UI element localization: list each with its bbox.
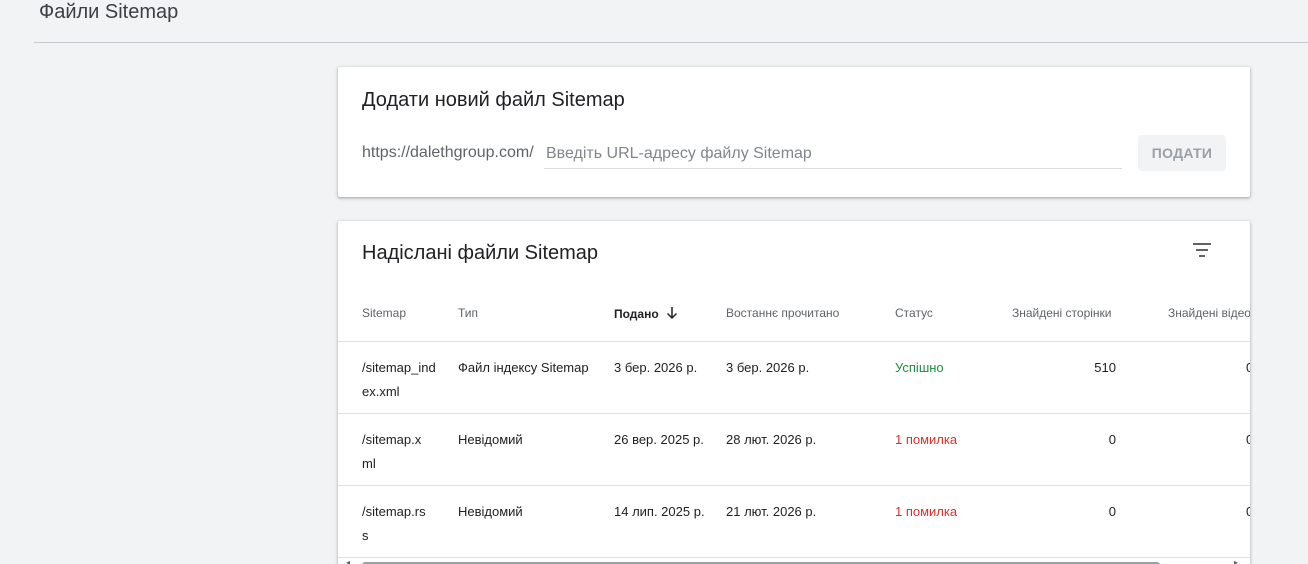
cell-type: Невідомий	[458, 504, 523, 519]
add-sitemap-title: Додати новий файл Sitemap	[362, 89, 625, 111]
cell-submitted: 26 вер. 2025 р.	[614, 432, 704, 447]
column-header-type[interactable]: Тип	[458, 306, 478, 320]
table-row[interactable]: /sitemap.rss Невідомий 14 лип. 2025 р. 2…	[338, 486, 1250, 558]
cell-videos: 0	[1246, 504, 1250, 519]
cell-status: 1 помилка	[895, 504, 958, 519]
sitemap-url-field	[544, 140, 1122, 169]
column-header-pages[interactable]: Знайдені сторінки	[1012, 306, 1112, 320]
cell-videos: 0	[1246, 432, 1250, 447]
cell-status: 1 помилка	[895, 432, 958, 447]
sitemap-url-input[interactable]	[544, 140, 1122, 168]
column-header-sitemap[interactable]: Sitemap	[362, 306, 406, 320]
column-header-status[interactable]: Статус	[895, 306, 933, 320]
column-header-last-read[interactable]: Востаннє прочитано	[726, 306, 839, 320]
filter-list-icon[interactable]	[1190, 241, 1214, 259]
cell-type: Файл індексу Sitemap	[458, 360, 589, 375]
add-sitemap-card: Додати новий файл Sitemap https://daleth…	[338, 67, 1250, 197]
cell-submitted: 3 бер. 2026 р.	[614, 360, 698, 375]
submit-button[interactable]: ПОДАТИ	[1138, 135, 1226, 171]
page-header: Файли Sitemap	[0, 0, 1308, 44]
cell-last-read: 28 лют. 2026 р.	[726, 432, 817, 447]
cell-last-read: 3 бер. 2026 р.	[726, 360, 810, 375]
scroll-left-icon[interactable]: ◂	[346, 559, 354, 564]
cell-pages: 0	[1108, 504, 1116, 519]
url-prefix: https://dalethgroup.com/	[362, 144, 534, 161]
submitted-sitemaps-card: Надіслані файли Sitemap Sitemap Тип Пода…	[338, 221, 1250, 564]
cell-type: Невідомий	[458, 432, 523, 447]
cell-last-read: 21 лют. 2026 р.	[726, 504, 817, 519]
cell-sitemap: /sitemap.rss	[362, 504, 426, 543]
cell-sitemap: /sitemap_index.xml	[362, 360, 436, 399]
cell-videos: 0	[1246, 360, 1250, 375]
column-header-videos[interactable]: Знайдені відео	[1168, 306, 1250, 320]
table-row[interactable]: /sitemap_index.xml Файл індексу Sitemap …	[338, 342, 1250, 414]
arrow-down-icon	[665, 306, 679, 320]
column-header-submitted[interactable]: Подано	[614, 306, 679, 321]
cell-pages: 0	[1108, 432, 1116, 447]
horizontal-scrollbar[interactable]: ◂ ▸	[338, 557, 1250, 564]
cell-submitted: 14 лип. 2025 р.	[614, 504, 705, 519]
column-header-submitted-label: Подано	[614, 307, 659, 321]
cell-status: Успішно	[895, 360, 944, 375]
page-title: Файли Sitemap	[39, 1, 179, 23]
scroll-right-icon[interactable]: ▸	[1234, 559, 1242, 564]
cell-pages: 510	[1094, 360, 1116, 375]
cell-sitemap: /sitemap.xml	[362, 432, 422, 471]
table-row[interactable]: /sitemap.xml Невідомий 26 вер. 2025 р. 2…	[338, 414, 1250, 486]
header-divider	[34, 42, 1308, 43]
submitted-sitemaps-title: Надіслані файли Sitemap	[362, 242, 599, 264]
